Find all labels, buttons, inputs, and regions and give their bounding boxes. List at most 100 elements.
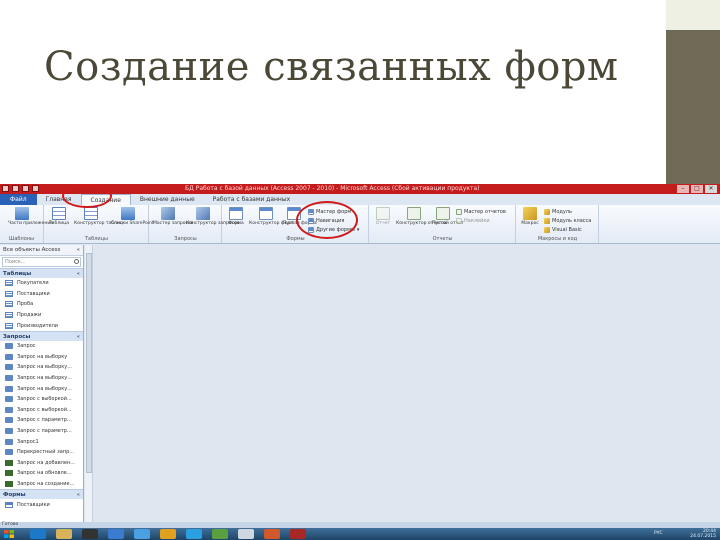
labels-label: Наклейки <box>464 217 490 224</box>
access-icon[interactable] <box>290 529 306 539</box>
paint-icon[interactable] <box>238 529 254 539</box>
group-tables-label: Таблицы <box>85 236 108 242</box>
module-label: Модуль <box>552 208 572 215</box>
nav-section-forms[interactable]: Формы « <box>0 489 83 500</box>
nav-search-input[interactable]: Поиск... <box>2 257 81 267</box>
tab-file[interactable]: Файл <box>0 194 37 205</box>
nav-item-query[interactable]: Запрос на обновле... <box>0 468 83 479</box>
minimize-button[interactable]: – <box>677 185 689 193</box>
nav-item-table[interactable]: Проба <box>0 299 83 310</box>
nav-item-query[interactable]: Запрос с выборкой... <box>0 405 83 416</box>
chrome-icon[interactable] <box>160 529 176 539</box>
query-design-icon <box>196 207 210 220</box>
group-reports-label: Отчеты <box>432 236 453 242</box>
nav-header[interactable]: Все объекты Access « <box>0 245 83 256</box>
tab-database-tools[interactable]: Работа с базами данных <box>204 194 300 205</box>
module-button[interactable]: Модуль <box>544 208 572 215</box>
nav-scrollbar[interactable] <box>85 245 93 522</box>
taskbar: РУС 20:44 24.07.2015 <box>0 528 720 540</box>
hp-icon[interactable] <box>30 529 46 539</box>
redo-icon[interactable] <box>32 185 39 192</box>
nav-item-query[interactable]: Запрос с выборкой... <box>0 394 83 405</box>
utorrent-icon[interactable] <box>212 529 228 539</box>
nav-item-query[interactable]: Запрос с параметр... <box>0 426 83 437</box>
nav-item-query[interactable]: Запрос на выборку... <box>0 383 83 394</box>
report-wizard-button[interactable]: Мастер отчетов <box>456 208 506 215</box>
nav-item-query[interactable]: Запрос <box>0 341 83 352</box>
nav-item-query[interactable]: Перекрестный запр... <box>0 447 83 458</box>
macro-button[interactable]: Макрос <box>519 207 541 227</box>
nav-item-query[interactable]: Запрос на выборку... <box>0 362 83 373</box>
form-button[interactable]: Форма <box>225 207 247 227</box>
nav-section-queries[interactable]: Запросы « <box>0 330 83 341</box>
table-design-button[interactable]: Конструктор таблиц <box>74 207 123 227</box>
report-wizard-label: Мастер отчетов <box>464 208 506 215</box>
word-icon[interactable] <box>108 529 124 539</box>
nav-item-label: Запрос на выборку... <box>17 364 72 371</box>
nav-section-label: Таблицы <box>3 271 32 277</box>
undo-icon[interactable] <box>22 185 29 192</box>
nav-item-form[interactable]: Поставщики <box>0 499 83 510</box>
language-indicator[interactable]: РУС <box>654 531 663 536</box>
report-button[interactable]: Отчет <box>372 207 394 227</box>
windows-start-icon[interactable] <box>3 529 15 539</box>
application-parts-button[interactable]: Части приложения <box>8 207 54 227</box>
table-button[interactable]: Таблица <box>48 207 70 227</box>
nav-item-label: Запрос с параметр... <box>17 428 72 435</box>
tab-external-data[interactable]: Внешние данные <box>131 194 204 205</box>
visual-basic-button[interactable]: Visual Basic <box>544 226 582 233</box>
nav-item-label: Поставщики <box>17 290 50 297</box>
internet-explorer-icon[interactable] <box>134 529 150 539</box>
nav-item-table[interactable]: Продажи <box>0 310 83 321</box>
report-design-button[interactable]: Конструктор отчетов <box>396 207 447 227</box>
nav-item-query[interactable]: Запрос с параметр... <box>0 415 83 426</box>
sharepoint-lists-button[interactable]: Списки SharePoint <box>111 207 154 227</box>
powerpoint-icon[interactable] <box>264 529 280 539</box>
window-controls: – □ ✕ <box>677 185 717 193</box>
nav-section-tables[interactable]: Таблицы « <box>0 268 83 278</box>
query-design-button[interactable]: Конструктор запросов <box>186 207 239 227</box>
labels-button[interactable]: Наклейки <box>456 217 490 224</box>
nav-item-table[interactable]: Поставщики <box>0 289 83 300</box>
scrollbar-thumb[interactable] <box>86 253 92 473</box>
nav-item-query[interactable]: Запрос на выборку... <box>0 373 83 384</box>
table-design-icon <box>84 207 98 220</box>
nav-item-query[interactable]: Запрос на добавлен... <box>0 458 83 469</box>
query-wizard-button[interactable]: Мастер запросов <box>153 207 194 227</box>
skype-icon[interactable] <box>186 529 202 539</box>
class-module-button[interactable]: Модуль класса <box>544 217 591 224</box>
query-icon <box>5 428 13 435</box>
ribbon: Части приложения Шаблоны Таблица Констру… <box>0 205 720 244</box>
table-label: Таблица <box>49 221 69 226</box>
nav-item-table[interactable]: Покупатели <box>0 278 83 289</box>
camera-app-icon[interactable] <box>82 529 98 539</box>
dropdown-arrow-icon: ▾ <box>356 226 360 233</box>
nav-item-query[interactable]: Запрос на создание... <box>0 479 83 490</box>
sharepoint-label: Списки SharePoint <box>111 221 154 226</box>
report-design-label: Конструктор отчетов <box>396 221 447 226</box>
query-wizard-label: Мастер запросов <box>153 221 194 226</box>
explorer-icon[interactable] <box>56 529 72 539</box>
access-logo-icon[interactable] <box>2 185 9 192</box>
save-icon[interactable] <box>12 185 19 192</box>
clock[interactable]: 20:44 24.07.2015 <box>690 529 716 539</box>
application-parts-label: Части приложения <box>8 221 54 226</box>
group-macros-label: Макросы и код <box>537 236 578 242</box>
nav-item-label: Запрос на добавлен... <box>17 459 75 466</box>
crosstab-query-icon <box>5 449 13 456</box>
close-button[interactable]: ✕ <box>705 185 717 193</box>
blank-report-button[interactable]: Пустой отчет <box>432 207 464 227</box>
nav-item-query[interactable]: Запрос1 <box>0 436 83 447</box>
nav-item-label: Покупатели <box>17 280 49 287</box>
labels-icon <box>456 217 462 224</box>
chevron-icon: « <box>76 271 80 277</box>
nav-item-label: Запрос1 <box>17 438 39 445</box>
chevron-icon: « <box>76 492 80 499</box>
collapse-chevron-icon[interactable]: « <box>77 245 80 256</box>
macro-label: Макрос <box>521 221 539 226</box>
visual-basic-label: Visual Basic <box>552 226 582 233</box>
nav-item-query[interactable]: Запрос на выборку <box>0 352 83 363</box>
maximize-button[interactable]: □ <box>691 185 703 193</box>
nav-item-table[interactable]: Производители <box>0 320 83 331</box>
form-design-button[interactable]: Конструктор форм <box>249 207 294 227</box>
